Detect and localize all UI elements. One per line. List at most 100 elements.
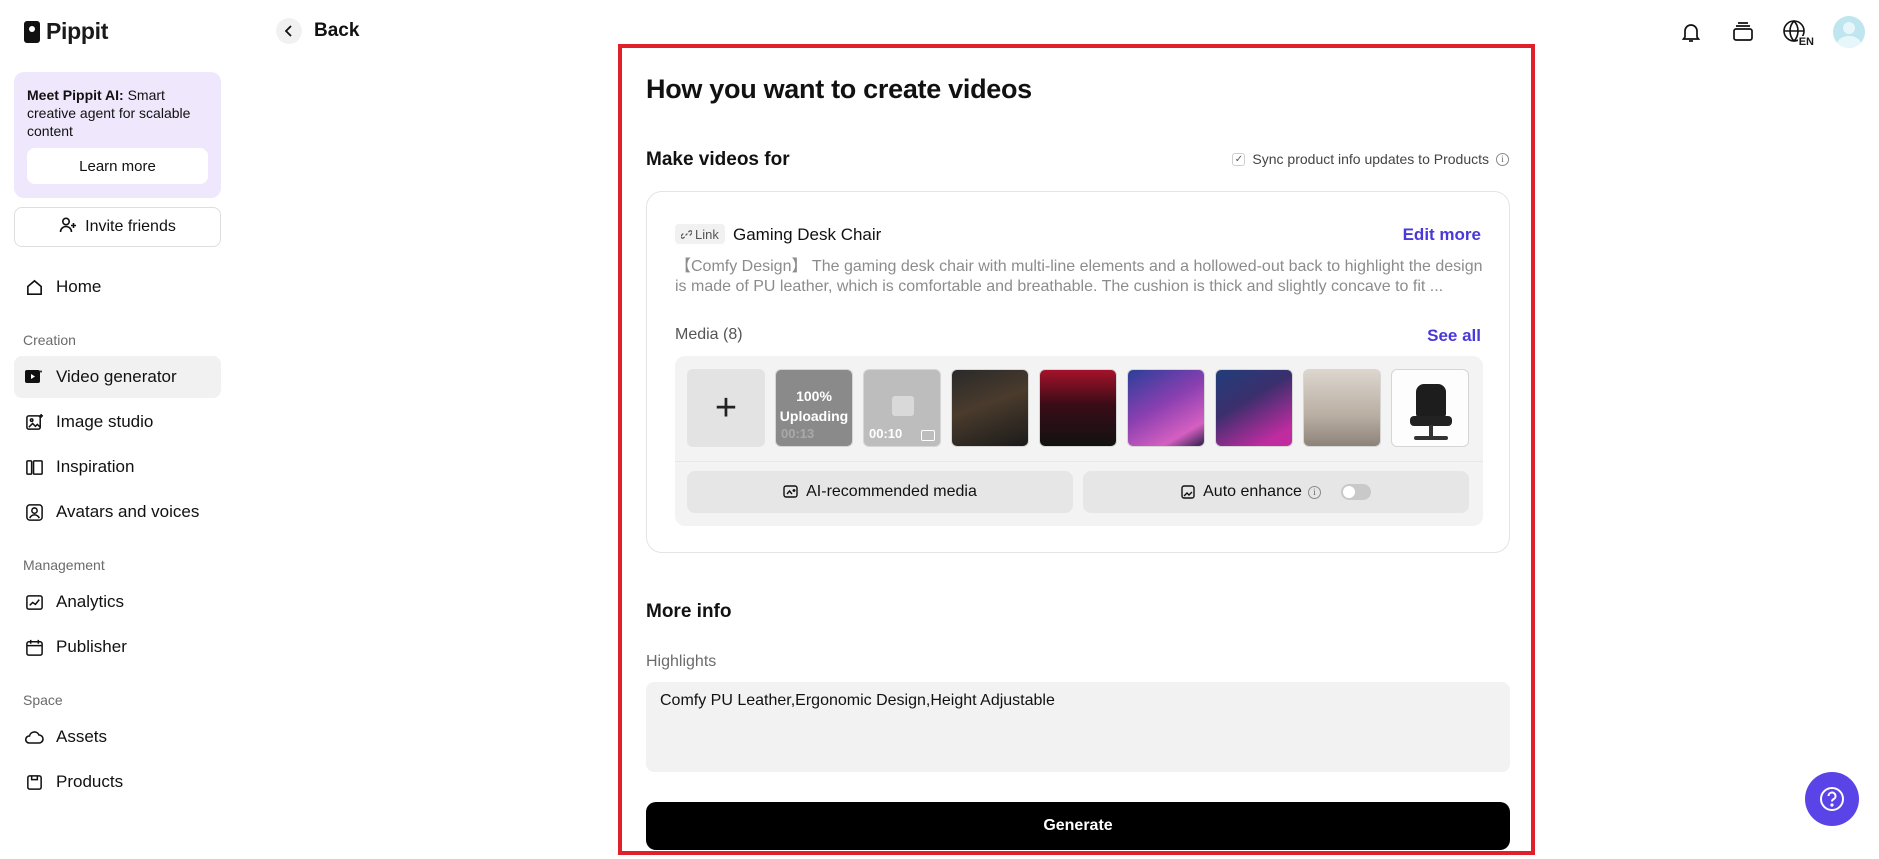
invite-friends-button[interactable]: Invite friends [14, 207, 221, 247]
brand-name: Pippit [46, 18, 109, 44]
media-thumb-image[interactable] [1127, 369, 1205, 447]
bell-icon[interactable] [1677, 18, 1705, 46]
back-button[interactable]: Back [276, 18, 359, 44]
upload-status: Uploading [779, 408, 849, 424]
upload-duration: 00:13 [781, 426, 815, 441]
promo-title: Meet Pippit AI: [27, 87, 124, 103]
avatar-voice-icon [24, 502, 44, 522]
sidebar-item-label: Home [56, 277, 102, 296]
chair-base [1414, 436, 1448, 440]
sidebar-item-products[interactable]: Products [14, 761, 221, 803]
sidebar-item-label: Analytics [56, 592, 125, 611]
video-duration: 00:10 [869, 426, 903, 441]
sidebar-item-label: Avatars and voices [56, 502, 200, 521]
invite-friends-label: Invite friends [85, 218, 176, 235]
image-studio-icon [24, 412, 44, 432]
sidebar-item-video-generator[interactable]: Video generator [14, 356, 221, 398]
media-thumb-image[interactable] [951, 369, 1029, 447]
highlights-input[interactable]: Comfy PU Leather,Ergonomic Design,Height… [646, 682, 1510, 772]
sidebar-item-home[interactable]: Home [14, 266, 221, 308]
inspiration-icon [24, 457, 44, 477]
highlights-label: Highlights [646, 653, 717, 670]
sync-label: Sync product info updates to Products [1252, 151, 1489, 167]
chair-image [1416, 384, 1446, 418]
promo-card: Meet Pippit AI: Smart creative agent for… [14, 72, 221, 198]
sidebar-item-label: Publisher [56, 637, 127, 656]
sidebar-item-label: Video generator [56, 367, 177, 386]
cloud-icon [24, 727, 44, 747]
link-chip-label: Link [695, 226, 719, 242]
sync-product-info[interactable]: ✓ Sync product info updates to Products … [1232, 151, 1509, 167]
sidebar-item-avatars-voices[interactable]: Avatars and voices [14, 491, 221, 533]
image-placeholder-icon [892, 396, 914, 416]
globe-icon[interactable]: EN [1781, 18, 1815, 48]
home-icon [24, 277, 44, 297]
plus-icon: + [714, 386, 738, 429]
divider [675, 461, 1483, 462]
sidebar-item-label: Inspiration [56, 457, 135, 476]
video-generator-icon [24, 367, 44, 387]
page-title: How you want to create videos [646, 74, 1032, 104]
media-thumbnails: + 100% Uploading 00:13 00:10 [687, 369, 1469, 447]
product-description: 【Comfy Design】 The gaming desk chair wit… [675, 258, 1483, 295]
analytics-icon [24, 592, 44, 612]
help-button[interactable] [1805, 772, 1859, 826]
link-icon [681, 229, 692, 239]
auto-enhance-control[interactable]: Auto enhance i [1083, 471, 1469, 513]
sidebar-item-label: Products [56, 772, 124, 791]
generate-button[interactable]: Generate [646, 802, 1510, 850]
sidebar: Pippit Meet Pippit AI: Smart creative ag… [0, 0, 235, 859]
section-label-management: Management [23, 557, 105, 573]
product-card: Link Gaming Desk Chair Edit more 【Comfy … [646, 191, 1510, 553]
info-icon[interactable]: i [1496, 152, 1509, 166]
top-icons: EN [1677, 16, 1865, 48]
upload-percent: 100% [796, 388, 832, 404]
sidebar-item-label: Assets [56, 727, 108, 746]
media-thumb-image[interactable] [1215, 369, 1293, 447]
chevron-left-icon [276, 18, 302, 44]
pippit-logo-icon [24, 20, 40, 43]
section-label-creation: Creation [23, 332, 76, 348]
link-chip: Link [675, 224, 725, 244]
help-icon [1820, 787, 1844, 811]
sync-checkbox[interactable]: ✓ [1232, 152, 1246, 166]
media-thumb-image[interactable] [1039, 369, 1117, 447]
add-media-button[interactable]: + [687, 369, 765, 447]
learn-more-button[interactable]: Learn more [27, 148, 208, 184]
media-thumb-image[interactable] [1303, 369, 1381, 447]
language-label: EN [1797, 36, 1815, 48]
ai-recommended-label: AI-recommended media [806, 483, 977, 500]
sidebar-item-image-studio[interactable]: Image studio [14, 401, 221, 443]
see-all-link[interactable]: See all [1427, 326, 1481, 346]
ai-media-icon [783, 485, 798, 498]
ai-recommended-media-button[interactable]: AI-recommended media [687, 471, 1073, 513]
enhance-image-icon [1181, 485, 1195, 499]
sidebar-item-assets[interactable]: Assets [14, 716, 221, 758]
section-label-space: Space [23, 692, 63, 708]
edit-more-link[interactable]: Edit more [1403, 225, 1481, 245]
back-label: Back [314, 20, 360, 41]
calendar-icon [24, 637, 44, 657]
pippit-logo[interactable]: Pippit [24, 18, 108, 45]
layers-icon[interactable] [1729, 18, 1757, 46]
sidebar-item-inspiration[interactable]: Inspiration [14, 446, 221, 488]
media-thumb-video[interactable]: 00:10 [863, 369, 941, 447]
sidebar-item-analytics[interactable]: Analytics [14, 581, 221, 623]
avatar[interactable] [1833, 16, 1865, 48]
media-panel: + 100% Uploading 00:13 00:10 AI-recommen… [675, 356, 1483, 526]
sidebar-item-publisher[interactable]: Publisher [14, 626, 221, 668]
media-count-label: Media (8) [675, 326, 743, 343]
add-person-icon [59, 216, 77, 239]
auto-enhance-label: Auto enhance [1203, 483, 1302, 500]
product-name: Gaming Desk Chair [733, 225, 882, 244]
media-thumb-uploading[interactable]: 100% Uploading 00:13 [775, 369, 853, 447]
more-info-heading: More info [646, 601, 732, 622]
product-box-icon [24, 772, 44, 792]
make-videos-for-heading: Make videos for [646, 149, 790, 170]
sidebar-item-label: Image studio [56, 412, 154, 431]
auto-enhance-toggle[interactable] [1340, 484, 1371, 500]
media-thumb-image[interactable] [1391, 369, 1469, 447]
promo-text: Meet Pippit AI: Smart creative agent for… [27, 86, 208, 140]
ai-media-icon [921, 430, 935, 441]
info-icon[interactable]: i [1307, 485, 1321, 499]
